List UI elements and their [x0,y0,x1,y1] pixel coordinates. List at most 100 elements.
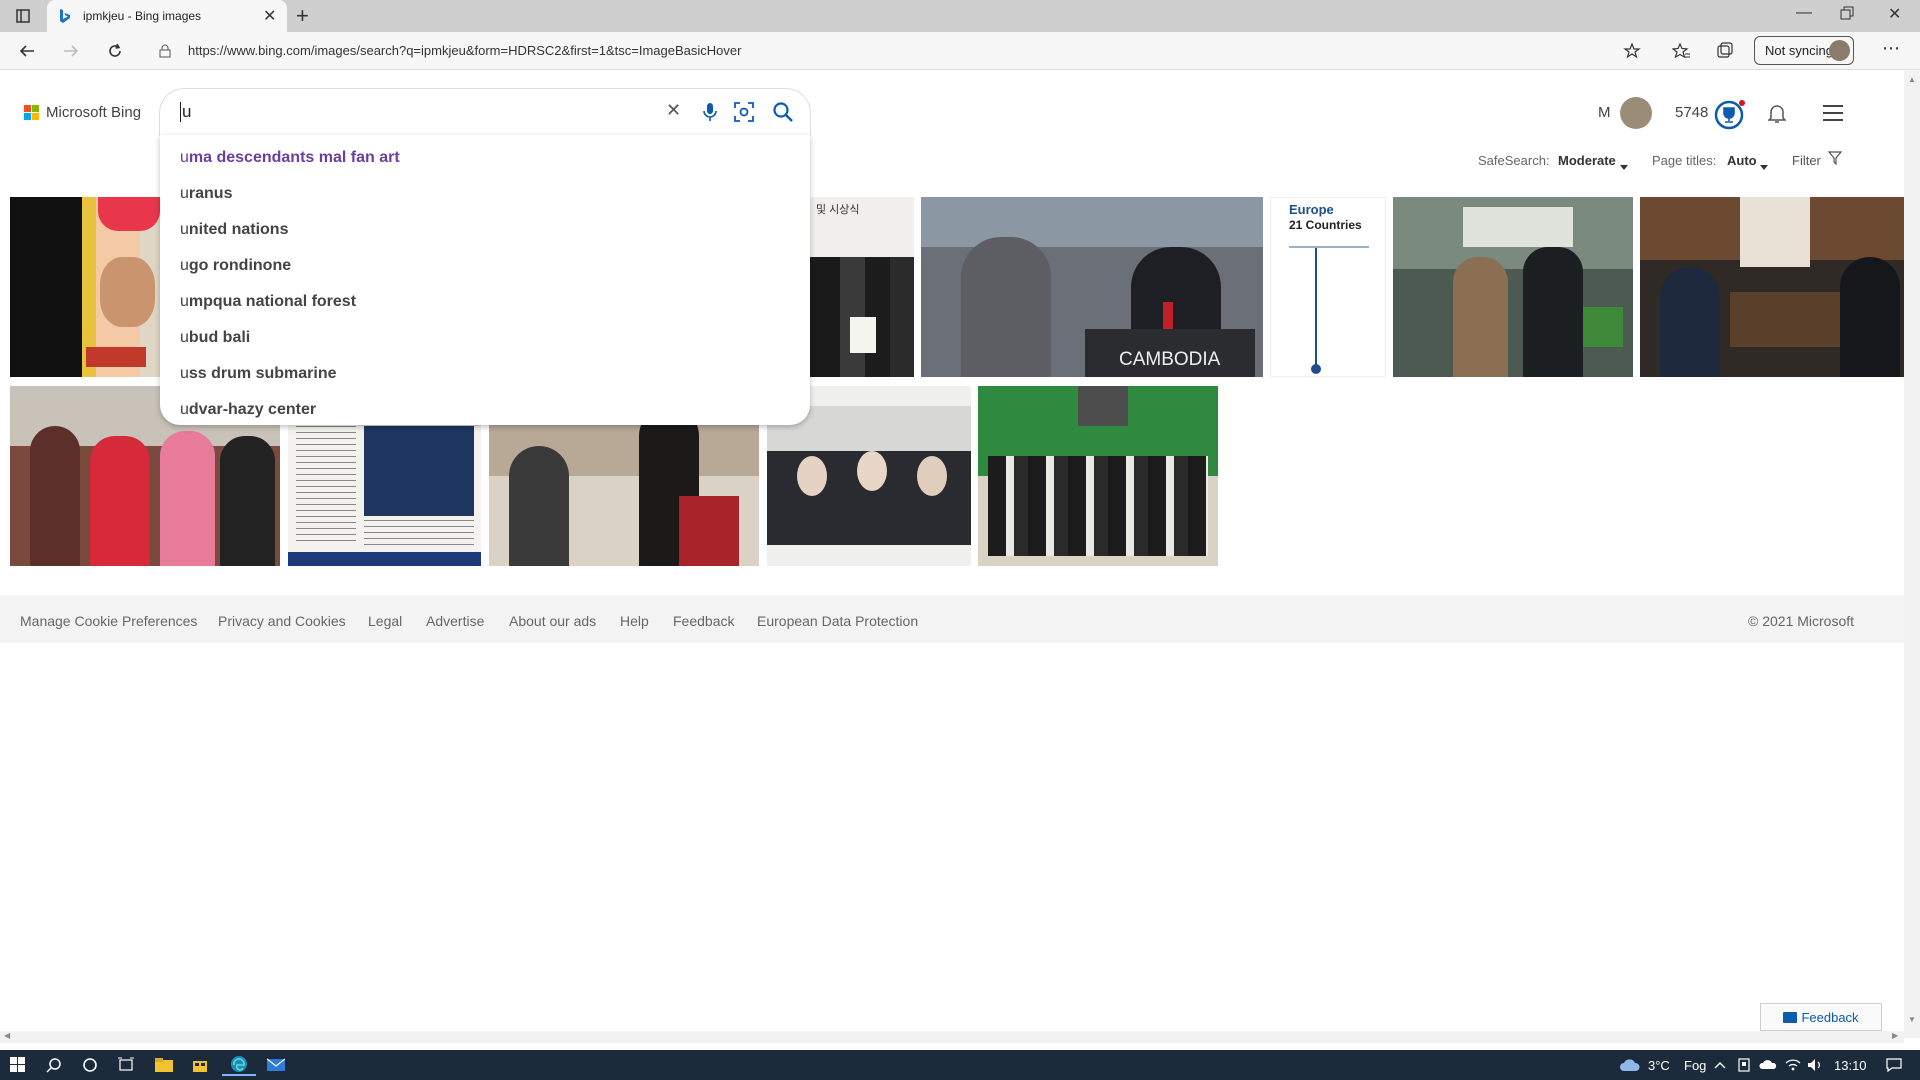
logo-text: Microsoft Bing [46,104,142,121]
clear-search-icon[interactable]: ✕ [666,100,681,121]
microsoft-logo-icon [24,104,40,121]
pagetitles-dropdown[interactable]: Auto [1727,153,1757,168]
image-thumbnail[interactable]: 및 시상식 [810,197,914,377]
mail-icon[interactable] [266,1054,286,1076]
add-favorite-icon[interactable] [1623,42,1641,65]
safesearch-dropdown[interactable]: Moderate [1558,153,1616,168]
copyright-text: © 2021 Microsoft [1748,613,1855,629]
bing-favicon-icon [59,8,71,29]
edge-taskbar-icon[interactable] [222,1054,256,1076]
suggestion-item[interactable]: uranus [180,185,232,203]
tab-close-icon[interactable]: ✕ [263,6,276,26]
suggestion-item[interactable]: united nations [180,221,288,239]
korean-caption: 및 시상식 [816,204,860,216]
pagetitles-caret-icon[interactable] [1760,157,1768,175]
window-close-icon[interactable]: ✕ [1888,4,1901,24]
suggestion-item[interactable]: ubud bali [180,329,250,347]
tab-actions-icon[interactable] [8,1,38,31]
footer-link[interactable]: About our ads [509,613,596,629]
user-avatar[interactable] [1620,97,1652,129]
forward-icon[interactable] [56,36,86,66]
filter-button[interactable]: Filter [1792,153,1821,168]
notification-center-icon[interactable] [1884,1054,1904,1076]
footer-link[interactable]: European Data Protection [757,613,918,629]
lock-icon[interactable] [159,44,171,63]
show-hidden-icons-icon[interactable] [1712,1054,1728,1076]
task-view-icon[interactable] [116,1054,136,1076]
suggestion-item[interactable]: umpqua national forest [180,293,356,311]
vertical-scrollbar[interactable]: ▲ ▼ [1904,71,1920,1038]
scroll-left-icon[interactable]: ◀ [4,1031,10,1040]
taskbar-search-icon[interactable] [44,1054,64,1076]
device-icon[interactable] [1736,1054,1752,1076]
address-bar[interactable]: https://www.bing.com/images/search?q=ipm… [145,35,1641,67]
countries-label: 21 Countries [1289,218,1362,232]
temperature-text[interactable]: 3°C [1648,1054,1670,1076]
footer-link[interactable]: Manage Cookie Preferences [20,613,197,629]
europe-label: Europe [1289,202,1334,217]
suggestion-item[interactable]: uss drum submarine [180,365,337,383]
windows-start-icon[interactable] [8,1054,28,1076]
user-initial[interactable]: M [1598,104,1611,121]
wifi-icon[interactable] [1784,1054,1802,1076]
notifications-bell-icon[interactable] [1767,104,1787,129]
minimize-icon[interactable]: — [1796,4,1812,22]
suggestion-item[interactable]: uma descendants mal fan art [180,149,400,167]
microphone-icon[interactable] [703,102,717,127]
footer-link[interactable]: Advertise [426,613,484,629]
onedrive-icon[interactable] [1758,1054,1778,1076]
footer-link[interactable]: Privacy and Cookies [218,613,346,629]
new-tab-icon[interactable]: + [296,3,309,29]
image-thumbnail[interactable] [978,386,1218,566]
cortana-icon[interactable] [80,1054,100,1076]
footer-link[interactable]: Help [620,613,649,629]
file-explorer-icon[interactable] [154,1054,174,1076]
url-text[interactable]: https://www.bing.com/images/search?q=ipm… [188,43,741,58]
tab-strip: ipmkjeu - Bing images ✕ + — ✕ [0,0,1920,32]
rewards-points[interactable]: 5748 [1675,104,1708,121]
clock-time[interactable]: 13:10 [1834,1054,1867,1076]
bing-logo[interactable]: Microsoft Bing [24,104,141,121]
safesearch-label: SafeSearch: [1478,153,1550,168]
feedback-button[interactable]: Feedback [1760,1003,1882,1031]
suggestion-item[interactable]: udvar-hazy center [180,401,316,419]
profile-avatar [1829,40,1850,61]
rewards-trophy-icon[interactable] [1714,99,1746,136]
footer-link[interactable]: Feedback [673,613,734,629]
settings-more-icon[interactable]: ⋯ [1882,38,1901,59]
visual-search-icon[interactable] [734,102,754,127]
safesearch-caret-icon[interactable] [1620,157,1628,175]
image-thumbnail[interactable]: Europe 21 Countries [1270,197,1386,377]
volume-icon[interactable] [1806,1054,1824,1076]
search-input[interactable]: u [180,102,191,122]
suggestion-item[interactable]: ugo rondinone [180,257,291,275]
refresh-icon[interactable] [100,36,130,66]
image-thumbnail[interactable]: CAMBODIA [921,197,1263,377]
weather-text[interactable]: Fog [1684,1054,1706,1076]
image-thumbnail[interactable] [1640,197,1904,377]
collections-icon[interactable] [1710,36,1740,66]
hamburger-menu-icon[interactable] [1822,104,1844,127]
scroll-up-icon[interactable]: ▲ [1908,75,1916,84]
horizontal-scrollbar[interactable]: ◀ ▶ [0,1031,1904,1043]
store-icon[interactable] [190,1054,210,1076]
weather-cloud-icon[interactable] [1618,1054,1642,1076]
favorites-icon[interactable] [1666,36,1696,66]
back-icon[interactable] [12,36,42,66]
sync-button[interactable]: Not syncing [1754,36,1854,65]
browser-toolbar: https://www.bing.com/images/search?q=ipm… [0,32,1920,70]
search-icon[interactable] [772,101,794,128]
scroll-down-icon[interactable]: ▼ [1908,1015,1916,1024]
feedback-label: Feedback [1801,1009,1859,1025]
image-thumbnail[interactable] [1393,197,1633,377]
cambodia-placard-text: CAMBODIA [1119,349,1221,370]
windows-taskbar: 3°C Fog 13:10 [0,1050,1920,1080]
scroll-right-icon[interactable]: ▶ [1892,1031,1898,1040]
image-thumbnail[interactable] [10,197,160,377]
footer-link[interactable]: Legal [368,613,402,629]
filter-funnel-icon[interactable] [1827,151,1843,170]
page-footer: Manage Cookie Preferences Privacy and Co… [0,595,1904,643]
browser-tab[interactable]: ipmkjeu - Bing images ✕ [47,0,287,32]
restore-icon[interactable] [1840,6,1854,25]
bing-images-page: Microsoft Bing u ✕ uma descendants mal f… [0,71,1904,1038]
